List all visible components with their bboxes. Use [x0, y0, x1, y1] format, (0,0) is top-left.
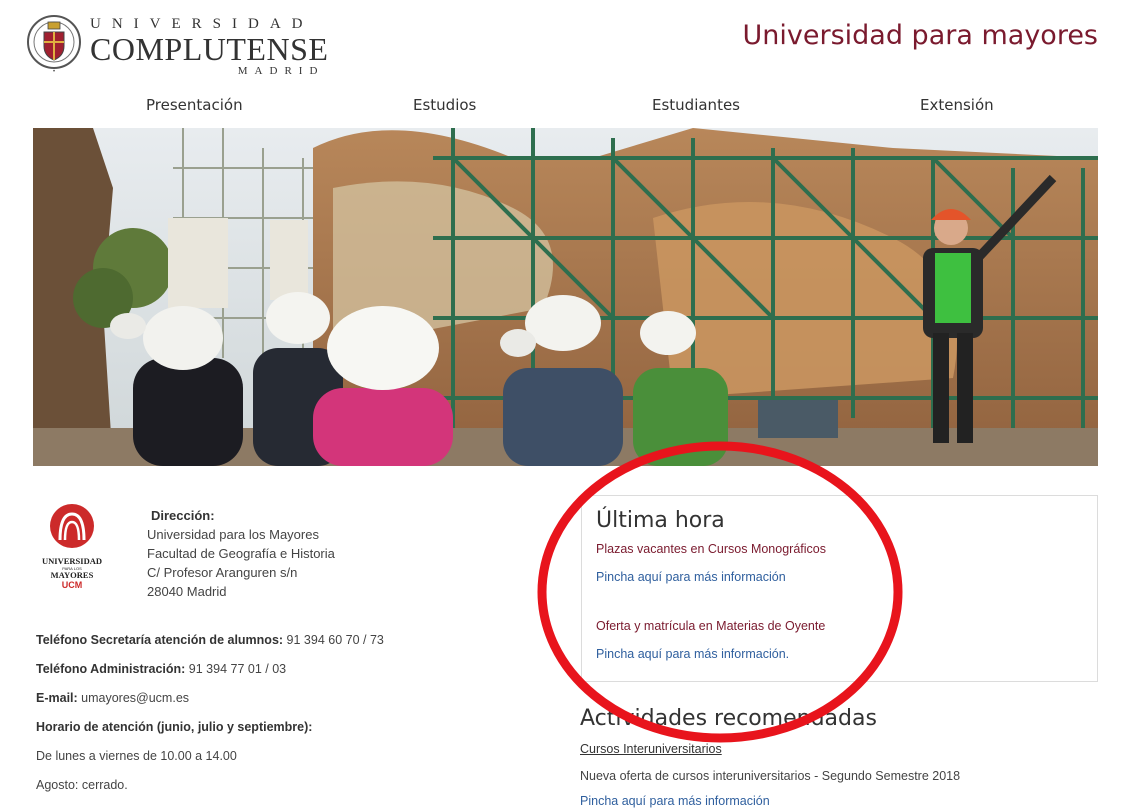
actividades-subtitle-link[interactable]: Cursos Interuniversitarios	[580, 742, 722, 756]
um-logo-line1: UNIVERSIDAD	[42, 556, 102, 566]
phone-students-value: 91 394 60 70 / 73	[283, 633, 384, 647]
phone-admin-row: Teléfono Administración: 91 394 77 01 / …	[36, 661, 384, 690]
phone-admin-value: 91 394 77 01 / 03	[185, 662, 287, 676]
ultima-hora-title: Última hora	[596, 508, 725, 533]
address-line: Facultad de Geografía e Historia	[147, 546, 335, 561]
email-label: E-mail:	[36, 691, 78, 705]
svg-text:•: •	[52, 68, 56, 75]
nav-item-extension[interactable]: Extensión	[920, 96, 994, 114]
nav-item-estudios[interactable]: Estudios	[413, 96, 476, 114]
hero-photo-illustration	[33, 128, 1098, 466]
actividades-link[interactable]: Pincha aquí para más información	[580, 794, 770, 808]
news-link[interactable]: Pincha aquí para más información.	[596, 647, 1089, 661]
contact-info: Teléfono Secretaría atención de alumnos:…	[36, 632, 384, 806]
ultima-hora-box: Última hora Plazas vacantes en Cursos Mo…	[581, 495, 1098, 682]
main-nav: Presentación Estudios Estudiantes Extens…	[0, 96, 1130, 120]
actividades-title: Actividades recomendadas	[580, 706, 877, 731]
news-headline: Plazas vacantes en Cursos Monográficos	[596, 542, 826, 556]
august-notice: Agosto: cerrado.	[36, 778, 128, 792]
university-logo[interactable]: UNIVERSIDAD COMPLUTENSE MADRID	[90, 16, 328, 77]
address-line: C/ Profesor Aranguren s/n	[147, 565, 298, 580]
actividades-text: Nueva oferta de cursos interuniversitari…	[580, 769, 961, 783]
address-heading: Dirección:	[151, 508, 215, 523]
news-spacer	[590, 584, 1089, 610]
hours-label-row: Horario de atención (junio, julio y sept…	[36, 719, 384, 748]
address-line: 28040 Madrid	[147, 584, 227, 599]
news-headline: Oferta y matrícula en Materias de Oyente	[596, 619, 826, 633]
phone-students-row: Teléfono Secretaría atención de alumnos:…	[36, 632, 384, 661]
news-link[interactable]: Pincha aquí para más información	[596, 570, 1089, 584]
nav-item-presentacion[interactable]: Presentación	[146, 96, 243, 114]
email-value[interactable]: umayores@ucm.es	[78, 691, 189, 705]
site-title[interactable]: Universidad para mayores	[743, 20, 1098, 51]
um-logo-line4: UCM	[62, 580, 83, 590]
ucm-crest-icon[interactable]: •	[26, 12, 82, 76]
phone-admin-label: Teléfono Administración:	[36, 662, 186, 676]
email-row: E-mail: umayores@ucm.es	[36, 690, 384, 719]
hero-image	[33, 128, 1098, 466]
logo-line-complutense: COMPLUTENSE	[90, 31, 329, 67]
hours-label: Horario de atención (junio, julio y sept…	[36, 720, 313, 734]
address-line: Universidad para los Mayores	[147, 527, 319, 542]
um-logo-line3: MAYORES	[51, 570, 94, 580]
nav-item-estudiantes[interactable]: Estudiantes	[652, 96, 740, 114]
address-block: Dirección: Universidad para los Mayores …	[147, 506, 335, 601]
hours-value: De lunes a viernes de 10.00 a 14.00	[36, 749, 237, 763]
phone-students-label: Teléfono Secretaría atención de alumnos:	[36, 633, 284, 647]
universidad-mayores-logo[interactable]: UNIVERSIDAD PARA LOS MAYORES UCM	[36, 500, 128, 592]
